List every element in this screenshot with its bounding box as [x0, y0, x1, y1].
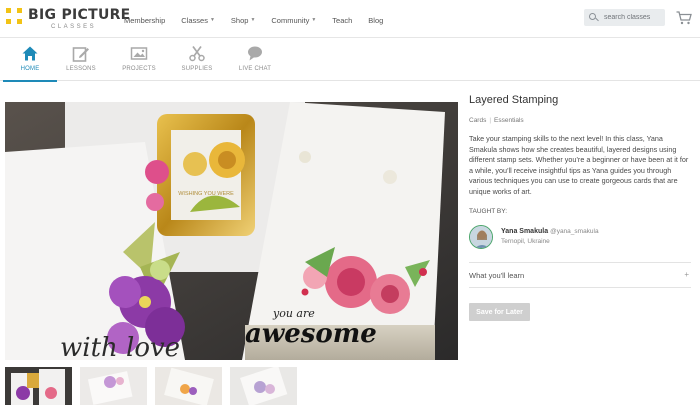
thumbnail-4[interactable]: [230, 367, 297, 405]
top-header: BIG PICTURE CLASSES Membership Classes ▼ …: [0, 0, 700, 38]
nav-membership-label: Membership: [124, 15, 166, 25]
instructor-name[interactable]: Yana Smakula: [501, 228, 548, 235]
nav-teach-label: Teach: [332, 15, 353, 25]
tab-live-chat-label: LIVE CHAT: [238, 66, 272, 72]
tab-projects[interactable]: PROJECTS: [114, 39, 164, 81]
save-for-later-button[interactable]: Save for Later: [469, 303, 530, 321]
pencil-icon: [72, 47, 89, 62]
brand-subtitle: CLASSES: [51, 24, 97, 30]
course-description: Take your stamping skills to the next le…: [469, 134, 689, 196]
thumbnail-2[interactable]: [80, 367, 147, 405]
cart-icon[interactable]: [676, 11, 692, 25]
home-icon: [22, 46, 38, 61]
expand-plus-icon[interactable]: +: [684, 270, 689, 279]
nav-blog-label: Blog: [368, 15, 384, 25]
tag-cards[interactable]: Cards: [469, 117, 486, 124]
brand-logo[interactable]: BIG PICTURE CLASSES: [6, 6, 130, 32]
course-hero-image[interactable]: WISHING YOU WERE with love you are aweso…: [5, 102, 458, 360]
nav-membership[interactable]: Membership: [124, 13, 165, 27]
frame-text: WISHING YOU WERE: [178, 191, 234, 197]
tab-live-chat[interactable]: LIVE CHAT: [230, 39, 280, 81]
chevron-down-icon: ▼: [311, 17, 317, 23]
tab-projects-label: PROJECTS: [122, 66, 156, 72]
nav-shop[interactable]: Shop ▼: [231, 13, 255, 27]
course-tabs: HOME LESSONS PROJECTS SUPPLIES LIVE CHAT: [0, 39, 700, 82]
logo-mark-icon: [6, 8, 22, 24]
tab-home-label: HOME: [20, 66, 40, 72]
tab-supplies-label: SUPPLIES: [181, 66, 213, 72]
nav-blog[interactable]: Blog: [368, 13, 383, 27]
image-icon: [130, 47, 148, 60]
search-icon[interactable]: [588, 9, 602, 26]
what-youll-learn-label: What you'll learn: [469, 271, 525, 280]
search-input[interactable]: [604, 14, 664, 21]
instructor-avatar[interactable]: [469, 225, 493, 249]
chat-icon: [248, 46, 262, 61]
nav-shop-label: Shop: [230, 15, 249, 25]
tab-supplies[interactable]: SUPPLIES: [172, 39, 222, 81]
tag-separator: |: [489, 117, 492, 124]
search-box[interactable]: [584, 9, 665, 26]
brand-name: BIG PICTURE: [28, 7, 131, 23]
instructor-location: Ternopil, Ukraine: [501, 238, 550, 245]
hero-illustration: WISHING YOU WERE with love you are aweso…: [5, 102, 458, 360]
course-title: Layered Stamping: [469, 94, 559, 106]
course-info-panel: Layered Stamping Cards | Essentials Take y…: [469, 94, 691, 321]
tab-home[interactable]: HOME: [3, 39, 57, 82]
thumbnail-1[interactable]: [5, 367, 72, 405]
card-text-awesome: awesome: [245, 319, 377, 349]
thumbnail-strip: [5, 367, 297, 405]
scissors-icon: [189, 45, 205, 62]
tab-lessons-label: LESSONS: [66, 66, 96, 72]
instructor-name-row[interactable]: Yana Smakula @yana_smakula: [501, 228, 599, 235]
nav-teach[interactable]: Teach: [332, 13, 352, 27]
nav-classes[interactable]: Classes ▼: [181, 13, 215, 27]
course-tags: Cards | Essentials: [469, 117, 524, 124]
tag-essentials[interactable]: Essentials: [494, 117, 524, 124]
tab-lessons[interactable]: LESSONS: [56, 39, 106, 81]
what-youll-learn-accordion[interactable]: What you'll learn +: [469, 262, 691, 288]
nav-community-label: Community: [271, 15, 310, 25]
nav-community[interactable]: Community ▼: [271, 13, 316, 27]
taught-by-label: TAUGHT BY:: [469, 208, 508, 215]
thumbnail-3[interactable]: [155, 367, 222, 405]
chevron-down-icon: ▼: [250, 17, 256, 23]
main-nav: Membership Classes ▼ Shop ▼ Community ▼ Tea…: [124, 13, 399, 27]
instructor-handle[interactable]: @yana_smakula: [550, 228, 599, 235]
card-text-with-love: with love: [60, 333, 180, 360]
chevron-down-icon: ▼: [209, 17, 215, 23]
nav-classes-label: Classes: [181, 15, 208, 25]
